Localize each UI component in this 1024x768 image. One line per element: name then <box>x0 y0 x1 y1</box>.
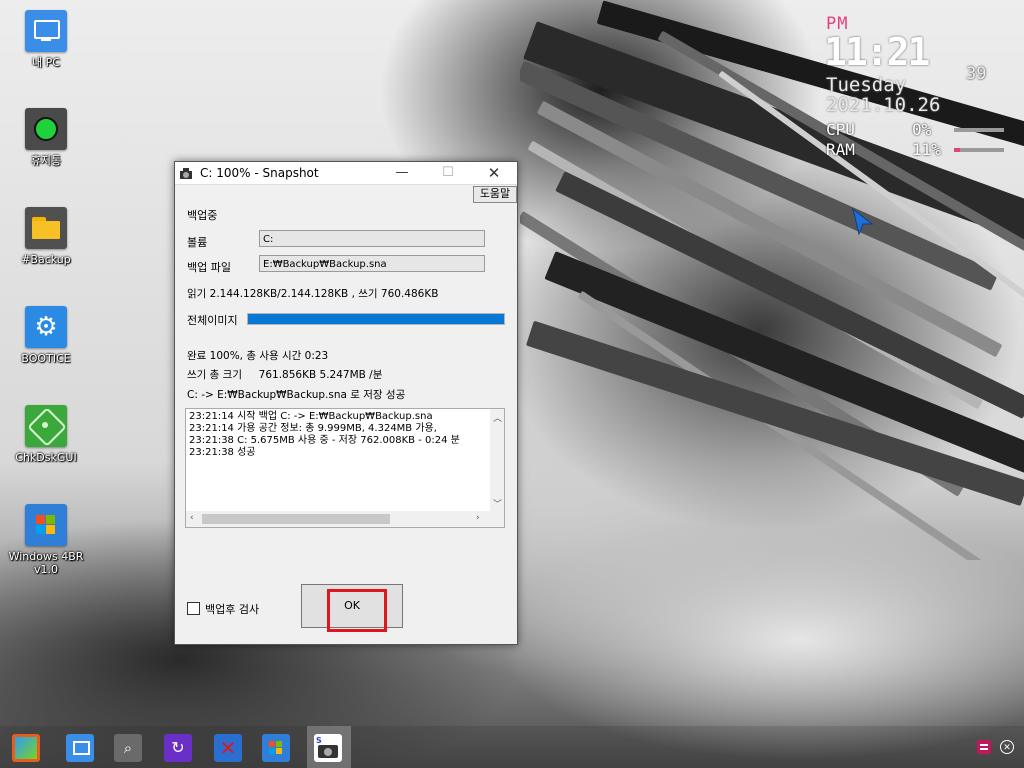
overall-image-label: 전체이미지 <box>187 314 238 327</box>
desktop-icon-recycle-bin[interactable]: 휴지통 <box>6 108 86 167</box>
snapshot-app-icon <box>178 165 194 181</box>
close-button[interactable]: ✕ <box>477 162 511 184</box>
clock-day: Tuesday <box>826 74 907 96</box>
save-result: C: -> E:₩Backup₩Backup.sna 로 저장 성공 <box>187 389 406 401</box>
read-write-info: 읽기 2.144.128KB/2.144.128KB , 쓰기 760.486K… <box>187 288 439 300</box>
clock-date: 2021.10.26 <box>826 94 941 116</box>
write-total-info: 쓰기 총 크기 761.856KB 5.247MB /분 <box>187 369 383 381</box>
snapshot-icon[interactable]: S <box>314 734 342 762</box>
tray-app-icon[interactable] <box>977 740 991 754</box>
desktop-icon-bootice[interactable]: ⚙ BOOTICE <box>6 306 86 365</box>
ok-button[interactable]: OK <box>301 584 403 628</box>
log-line: 23:21:38 성공 <box>189 447 256 458</box>
log-vertical-scrollbar[interactable]: ︿ ﹀ <box>490 409 504 511</box>
tray-close-icon[interactable]: ✕ <box>1000 740 1014 754</box>
windows-logo-icon <box>25 504 67 546</box>
recycle-bin-icon <box>25 108 67 150</box>
verify-checkbox-label[interactable]: 백업후 검사 <box>205 601 259 617</box>
complete-info: 완료 100%, 총 사용 시간 0:23 <box>187 350 329 362</box>
desktop-icon-label: ChkDskGUI <box>15 451 77 464</box>
cpu-bar <box>954 128 1004 132</box>
snapshot-dialog: C: 100% - Snapshot — ☐ ✕ 도움말 백업중 볼륨 C: 백… <box>174 161 518 645</box>
desktop-icon-label: 내 PC <box>32 56 60 69</box>
backup-file-label: 백업 파일 <box>187 261 231 274</box>
start-icon[interactable] <box>12 734 40 762</box>
cpu-value: 0% <box>912 120 932 139</box>
volume-label: 볼륨 <box>187 236 208 249</box>
desktop-icon-label: Windows 4BR v1.0 <box>8 550 84 576</box>
ram-value: 11% <box>912 140 941 159</box>
restart-icon[interactable]: ↻ <box>164 734 192 762</box>
mouse-cursor-icon <box>852 208 874 236</box>
status-heading: 백업중 <box>187 209 218 222</box>
ram-bar <box>954 148 1004 152</box>
disk-check-icon <box>25 405 67 447</box>
clock-seconds: 39 <box>966 64 987 84</box>
scroll-down-arrow-icon[interactable]: ﹀ <box>493 497 502 510</box>
overall-progress-bar <box>247 313 505 325</box>
scroll-right-arrow-icon[interactable]: › <box>476 513 480 523</box>
scroll-up-arrow-icon[interactable]: ︿ <box>493 411 502 424</box>
help-button[interactable]: 도움말 <box>473 186 517 203</box>
cpu-label: CPU <box>826 120 855 139</box>
desktop-icon-chkdskgui[interactable]: ChkDskGUI <box>6 405 86 464</box>
clock-time: 11:21 <box>824 30 930 74</box>
log-box[interactable]: 23:21:14 시작 백업 C: -> E:₩Backup₩Backup.sn… <box>185 408 505 528</box>
log-line: 23:21:14 가용 공간 정보: 총 9.999MB, 4.324MB 가용… <box>189 423 437 434</box>
my-pc-icon[interactable] <box>66 734 94 762</box>
verify-checkbox[interactable] <box>187 602 200 615</box>
desktop-icon-windows-4br[interactable]: Windows 4BR v1.0 <box>6 504 86 576</box>
gear-icon: ⚙ <box>25 306 67 348</box>
folder-icon <box>25 207 67 249</box>
dialog-titlebar[interactable]: C: 100% - Snapshot — ☐ ✕ <box>175 162 517 185</box>
horizontal-scroll-thumb[interactable] <box>202 514 390 524</box>
monitor-icon <box>25 10 67 52</box>
log-line: 23:21:14 시작 백업 C: -> E:₩Backup₩Backup.sn… <box>189 411 433 422</box>
desktop-icon-label: #Backup <box>21 253 71 266</box>
taskbar: ⌕ ↻ ✕ S <box>0 726 1024 768</box>
ram-label: RAM <box>826 140 855 159</box>
close-x-icon[interactable]: ✕ <box>214 734 242 762</box>
wallpaper-hair <box>520 0 1024 560</box>
maximize-button[interactable]: ☐ <box>431 162 465 184</box>
minimize-button[interactable]: — <box>385 162 419 184</box>
desktop-icon-backup[interactable]: #Backup <box>6 207 86 266</box>
dialog-title: C: 100% - Snapshot <box>200 166 319 180</box>
desktop-icon-label: 휴지통 <box>30 154 62 167</box>
search-icon[interactable]: ⌕ <box>114 734 142 762</box>
volume-field: C: <box>259 230 485 247</box>
log-line: 23:21:38 C: 5.675MB 사용 중 - 저장 762.008KB … <box>189 435 460 446</box>
windows-4br-icon[interactable] <box>262 734 290 762</box>
desktop-icon-my-pc[interactable]: 내 PC <box>6 10 86 69</box>
desktop-icon-label: BOOTICE <box>21 352 71 365</box>
backup-file-field: E:₩Backup₩Backup.sna <box>259 255 485 272</box>
scroll-left-arrow-icon[interactable]: ‹ <box>190 513 194 523</box>
log-horizontal-scrollbar[interactable]: ‹ › <box>186 511 504 527</box>
